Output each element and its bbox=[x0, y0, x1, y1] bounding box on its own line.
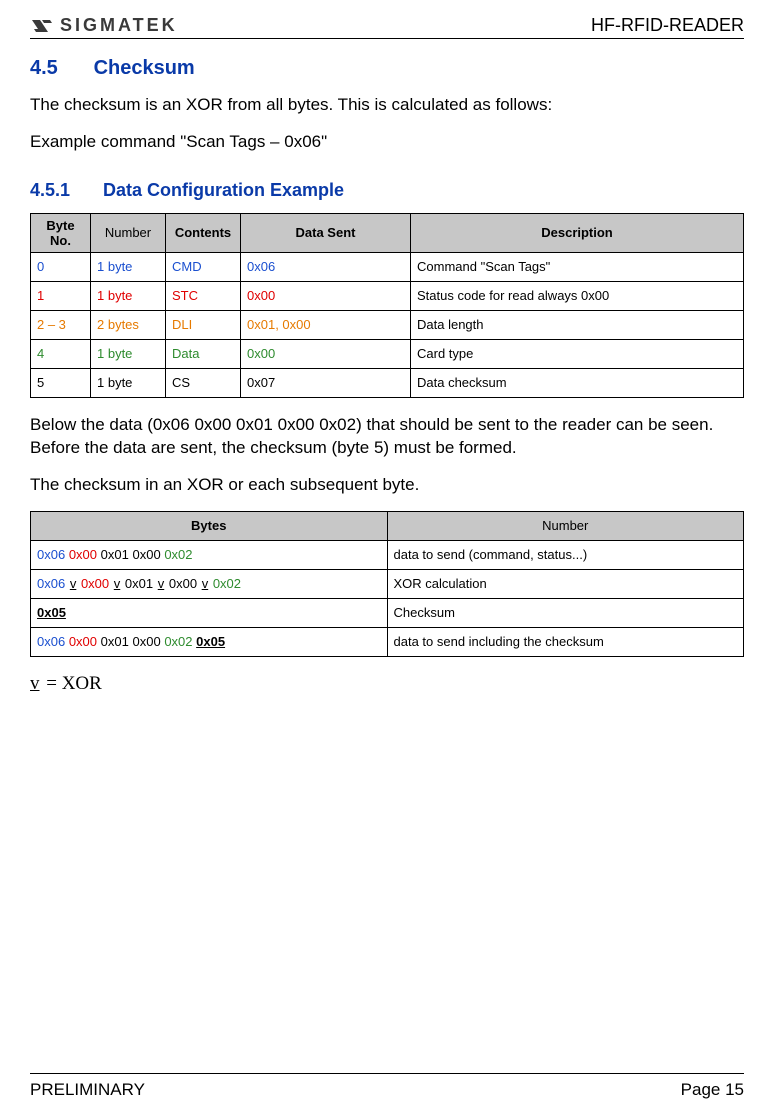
byte-token: 0x06 bbox=[37, 576, 65, 591]
cell-number: 1 byte bbox=[91, 252, 166, 281]
table-row: 11 byteSTC0x00Status code for read alway… bbox=[31, 281, 744, 310]
cell-data-sent: 0x06 bbox=[241, 252, 411, 281]
page-footer: PRELIMINARY Page 15 bbox=[30, 1073, 744, 1120]
document-title: HF-RFID-READER bbox=[591, 15, 744, 36]
footer-left: PRELIMINARY bbox=[30, 1080, 145, 1100]
logo-mark-icon bbox=[30, 16, 54, 36]
cell-data-sent: 0x07 bbox=[241, 368, 411, 397]
table-row: 01 byteCMD0x06Command "Scan Tags" bbox=[31, 252, 744, 281]
cell-desc: Checksum bbox=[387, 598, 744, 627]
content: 4.5 Checksum The checksum is an XOR from… bbox=[30, 39, 744, 1073]
cell-bytes: 0x05 bbox=[31, 598, 388, 627]
cell-contents: DLI bbox=[166, 310, 241, 339]
cell-byte-no: 4 bbox=[31, 339, 91, 368]
paragraph-xor-note: The checksum in an XOR or each subsequen… bbox=[30, 474, 744, 497]
cell-number: 1 byte bbox=[91, 281, 166, 310]
xor-equals: = XOR bbox=[42, 673, 102, 694]
table-row: 0x05 Checksum bbox=[31, 598, 744, 627]
cell-desc: XOR calculation bbox=[387, 569, 744, 598]
cell-byte-no: 2 – 3 bbox=[31, 310, 91, 339]
xor-op-icon: v bbox=[114, 576, 121, 591]
cell-bytes: 0x06 v 0x00 v 0x01 v 0x00 v 0x02 bbox=[31, 569, 388, 598]
th-byte-no: Byte No. bbox=[31, 213, 91, 252]
cell-description: Data checksum bbox=[411, 368, 744, 397]
cell-number: 1 byte bbox=[91, 339, 166, 368]
paragraph-example: Example command "Scan Tags – 0x06" bbox=[30, 131, 744, 154]
cell-number: 2 bytes bbox=[91, 310, 166, 339]
byte-token: 0x06 bbox=[37, 547, 65, 562]
th-bytes: Bytes bbox=[31, 511, 388, 540]
th-number: Number bbox=[91, 213, 166, 252]
cell-byte-no: 1 bbox=[31, 281, 91, 310]
cell-contents: CMD bbox=[166, 252, 241, 281]
cell-byte-no: 5 bbox=[31, 368, 91, 397]
th-description: Description bbox=[411, 213, 744, 252]
byte-token: 0x00 bbox=[69, 547, 97, 562]
page-header: SIGMATEK HF-RFID-READER bbox=[30, 15, 744, 39]
xor-op-icon: v bbox=[202, 576, 209, 591]
cell-bytes: 0x06 0x00 0x01 0x00 0x02 bbox=[31, 540, 388, 569]
cell-desc: data to send including the checksum bbox=[387, 627, 744, 656]
byte-token: 0x02 bbox=[164, 547, 192, 562]
byte-token: 0x00 bbox=[69, 634, 97, 649]
logo: SIGMATEK bbox=[30, 15, 178, 36]
heading-data-config: 4.5.1 Data Configuration Example bbox=[30, 180, 744, 201]
table-row: 0x06 0x00 0x01 0x00 0x02 0x05 data to se… bbox=[31, 627, 744, 656]
xor-definition: v = XOR bbox=[30, 673, 744, 695]
cell-bytes: 0x06 0x00 0x01 0x00 0x02 0x05 bbox=[31, 627, 388, 656]
cell-contents: Data bbox=[166, 339, 241, 368]
heading-checksum: 4.5 Checksum bbox=[30, 57, 744, 80]
table-row: 41 byteData0x00Card type bbox=[31, 339, 744, 368]
byte-token: 0x02 bbox=[213, 576, 241, 591]
table-data-config: Byte No. Number Contents Data Sent Descr… bbox=[30, 213, 744, 398]
cell-data-sent: 0x00 bbox=[241, 281, 411, 310]
paragraph-intro: The checksum is an XOR from all bytes. T… bbox=[30, 94, 744, 117]
xor-op-icon: v bbox=[158, 576, 165, 591]
table-row: 2 – 32 bytesDLI0x01, 0x00Data length bbox=[31, 310, 744, 339]
cell-description: Command "Scan Tags" bbox=[411, 252, 744, 281]
cell-number: 1 byte bbox=[91, 368, 166, 397]
byte-token: 0x02 bbox=[164, 634, 192, 649]
subheading-number: 4.5.1 bbox=[30, 180, 98, 201]
table-row: 51 byteCS0x07Data checksum bbox=[31, 368, 744, 397]
table-row: 0x06 v 0x00 v 0x01 v 0x00 v 0x02 XOR cal… bbox=[31, 569, 744, 598]
th-contents: Contents bbox=[166, 213, 241, 252]
th-data-sent: Data Sent bbox=[241, 213, 411, 252]
byte-token: 0x06 bbox=[37, 634, 65, 649]
byte-token: 0x05 bbox=[196, 634, 225, 649]
cell-byte-no: 0 bbox=[31, 252, 91, 281]
cell-contents: CS bbox=[166, 368, 241, 397]
cell-data-sent: 0x01, 0x00 bbox=[241, 310, 411, 339]
paragraph-below-data: Below the data (0x06 0x00 0x01 0x00 0x02… bbox=[30, 414, 744, 460]
heading-number: 4.5 bbox=[30, 57, 88, 80]
table-header-row: Byte No. Number Contents Data Sent Descr… bbox=[31, 213, 744, 252]
cell-description: Data length bbox=[411, 310, 744, 339]
logo-text: SIGMATEK bbox=[60, 15, 178, 36]
xor-symbol: v bbox=[30, 673, 40, 695]
byte-token: 0x00 bbox=[81, 576, 109, 591]
heading-title: Checksum bbox=[94, 57, 195, 79]
cell-data-sent: 0x00 bbox=[241, 339, 411, 368]
table-checksum: Bytes Number 0x06 0x00 0x01 0x00 0x02 da… bbox=[30, 511, 744, 657]
cell-contents: STC bbox=[166, 281, 241, 310]
table-row: 0x06 0x00 0x01 0x00 0x02 data to send (c… bbox=[31, 540, 744, 569]
cell-description: Card type bbox=[411, 339, 744, 368]
table-header-row: Bytes Number bbox=[31, 511, 744, 540]
cell-desc: data to send (command, status...) bbox=[387, 540, 744, 569]
cell-description: Status code for read always 0x00 bbox=[411, 281, 744, 310]
th-number: Number bbox=[387, 511, 744, 540]
footer-right: Page 15 bbox=[681, 1080, 744, 1100]
subheading-title: Data Configuration Example bbox=[103, 180, 344, 200]
xor-op-icon: v bbox=[70, 576, 77, 591]
